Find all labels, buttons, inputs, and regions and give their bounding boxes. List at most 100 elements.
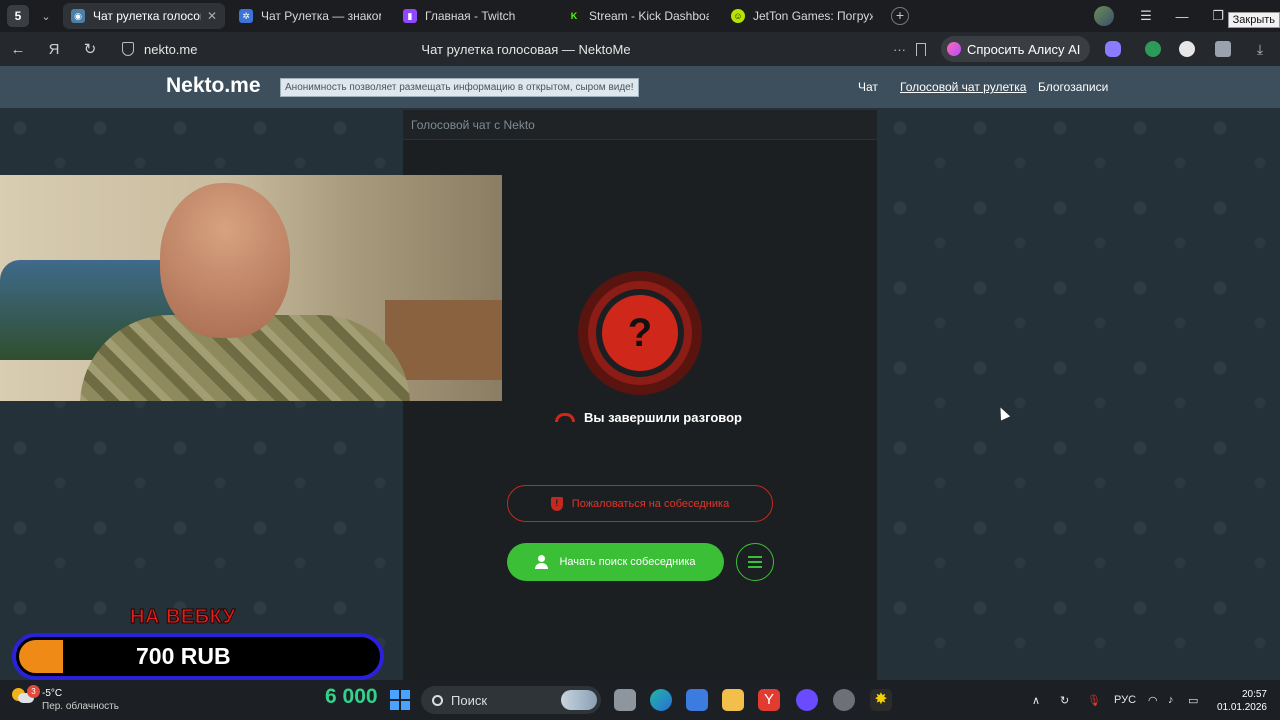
search-icon (432, 694, 443, 706)
call-ended-text: Вы завершили разговор (584, 410, 742, 425)
nav-chat[interactable]: Чат (858, 80, 878, 94)
chevron-up-icon[interactable]: ∧ (1032, 694, 1040, 707)
site-header: Nekto.me Анонимность позволяет размещать… (0, 66, 1280, 108)
temperature: -5°C (42, 688, 63, 699)
donation-label: НА ВЕБКУ (130, 606, 236, 629)
site-slogan: Анонимность позволяет размещать информац… (280, 78, 639, 97)
filter-settings-button[interactable] (736, 543, 774, 581)
tab-label: Главная - Twitch (425, 9, 516, 23)
menu-icon[interactable]: ☰ (1128, 8, 1164, 24)
battery-icon[interactable]: ▭ (1188, 694, 1198, 707)
weather-description: Пер. облачность (42, 701, 119, 712)
status-indicator: ? (578, 271, 702, 395)
clock-date: 01.01.2026 (1216, 702, 1267, 713)
question-mark-icon: ? (602, 295, 678, 371)
back-arrow-icon[interactable]: ← (0, 41, 36, 58)
tab-label: Чат рулетка голосовая (93, 9, 201, 23)
alice-app-icon[interactable] (796, 689, 818, 711)
tab-counter[interactable]: 5 (7, 5, 29, 27)
system-clock[interactable]: 20:57 01.01.2026 (1213, 688, 1267, 714)
jetton-icon: ☺ (731, 9, 745, 23)
call-ended-message: Вы завершили разговор (555, 410, 742, 425)
sliders-icon-line (748, 561, 762, 563)
bookmark-icon[interactable] (916, 42, 926, 56)
panel-title: Голосовой чат с Nekto (403, 110, 877, 140)
yandex-icon[interactable]: Я (36, 41, 72, 58)
alice-label: Спросить Алису AI (967, 41, 1081, 57)
tab-kick[interactable]: K Stream - Kick Dashboard (559, 3, 717, 29)
reload-icon[interactable]: ↻ (72, 40, 108, 58)
shield-alert-icon: ! (550, 496, 563, 511)
chevron-down-icon[interactable]: ⌄ (35, 10, 57, 23)
more-icon[interactable]: ··· (893, 42, 906, 57)
tab-chat-roulette[interactable]: ✲ Чат Рулетка — знакомства (231, 3, 389, 29)
donation-amount: 700 RUB (136, 643, 231, 669)
close-tooltip: Закрыть (1227, 12, 1280, 28)
search-highlight-art (561, 690, 597, 710)
report-label: Пожаловаться на собеседника (571, 497, 730, 510)
close-icon[interactable]: ✕ (207, 9, 217, 23)
page-title: Чат рулетка голосовая — NektoMe (421, 41, 631, 57)
windows-start-icon-square (390, 701, 399, 710)
ask-alice-button[interactable]: Спросить Алису AI (941, 36, 1091, 62)
tab-voice-chat[interactable]: ◉ Чат рулетка голосовая ✕ (63, 3, 225, 29)
windows-start-icon-square (401, 701, 410, 710)
roulette-favicon-icon: ✲ (239, 9, 253, 23)
download-icon[interactable]: ⤓ (1252, 41, 1268, 57)
language-indicator[interactable]: РУС (1114, 694, 1136, 706)
tab-label: Stream - Kick Dashboard (589, 9, 709, 23)
alice-icon (947, 42, 961, 56)
kick-icon: K (567, 9, 581, 23)
nav-blog[interactable]: Блогозаписи (1038, 80, 1108, 94)
address-bar: ← Я ↻ nekto.me Чат рулетка голосовая — N… (0, 32, 1280, 66)
url-field[interactable]: nekto.me Чат рулетка голосовая — NektoMe… (116, 37, 936, 61)
tab-jetton[interactable]: ☺ JetTon Games: Погружение (723, 3, 881, 29)
play-extension-icon[interactable] (1179, 41, 1195, 57)
edge-icon[interactable] (650, 689, 672, 711)
sliders-icon (748, 556, 762, 558)
obs-icon[interactable] (833, 689, 855, 711)
start-label: Начать поиск собеседника (559, 556, 696, 568)
site-logo[interactable]: Nekto.me (166, 74, 261, 98)
profile-avatar[interactable] (1094, 6, 1114, 26)
donation-goal-bar: 700 RUB (12, 633, 384, 680)
yandex-browser-icon[interactable]: Y (758, 689, 780, 711)
status-ring-mid: ? (588, 281, 692, 385)
hang-up-icon (555, 413, 575, 422)
windows-start-icon[interactable] (390, 690, 410, 710)
webcam-shelf (385, 300, 502, 380)
minimize-icon[interactable]: — (1164, 9, 1200, 24)
donation-progress-fill (19, 640, 63, 673)
url-text: nekto.me (144, 41, 198, 57)
report-button[interactable]: ! Пожаловаться на собеседника (507, 485, 773, 522)
store-icon[interactable] (686, 689, 708, 711)
tab-label: JetTon Games: Погружение (753, 9, 873, 23)
site-security-icon[interactable] (122, 42, 134, 56)
nav-voice-chat[interactable]: Голосовой чат рулетка (900, 80, 1026, 94)
microphone-icon[interactable]: 🎙 (1087, 694, 1101, 707)
weather-alert-badge: 3 (27, 685, 40, 698)
start-search-button[interactable]: Начать поиск собеседника (507, 543, 724, 581)
collections-icon[interactable] (1215, 41, 1231, 57)
wifi-icon[interactable]: ◠ (1148, 694, 1158, 707)
volume-icon[interactable]: ♪ (1168, 694, 1174, 706)
webcam-person-head (160, 183, 290, 338)
new-tab-button[interactable]: + (891, 7, 909, 25)
twitch-icon: ▮ (403, 9, 417, 23)
status-ring-inner: ? (596, 289, 684, 377)
nekto-favicon-icon: ◉ (71, 9, 85, 23)
taskbar-search[interactable]: Поиск (421, 686, 601, 714)
windows-start-icon-square (401, 690, 410, 699)
sparkle-app-icon[interactable]: ✸ (870, 689, 892, 711)
clock-time: 20:57 (1241, 689, 1267, 700)
shield-extension-icon[interactable] (1145, 41, 1161, 57)
gamepad-extension-icon[interactable] (1105, 41, 1121, 57)
sync-icon[interactable]: ↻ (1060, 694, 1069, 707)
tab-twitch[interactable]: ▮ Главная - Twitch (395, 3, 553, 29)
browser-tab-bar: 5 ⌄ ◉ Чат рулетка голосовая ✕ ✲ Чат Руле… (0, 0, 1280, 32)
windows-start-icon-square (390, 690, 399, 699)
task-view-icon[interactable] (614, 689, 636, 711)
search-placeholder: Поиск (451, 692, 488, 708)
file-explorer-icon[interactable] (722, 689, 744, 711)
tab-label: Чат Рулетка — знакомства (261, 9, 381, 23)
